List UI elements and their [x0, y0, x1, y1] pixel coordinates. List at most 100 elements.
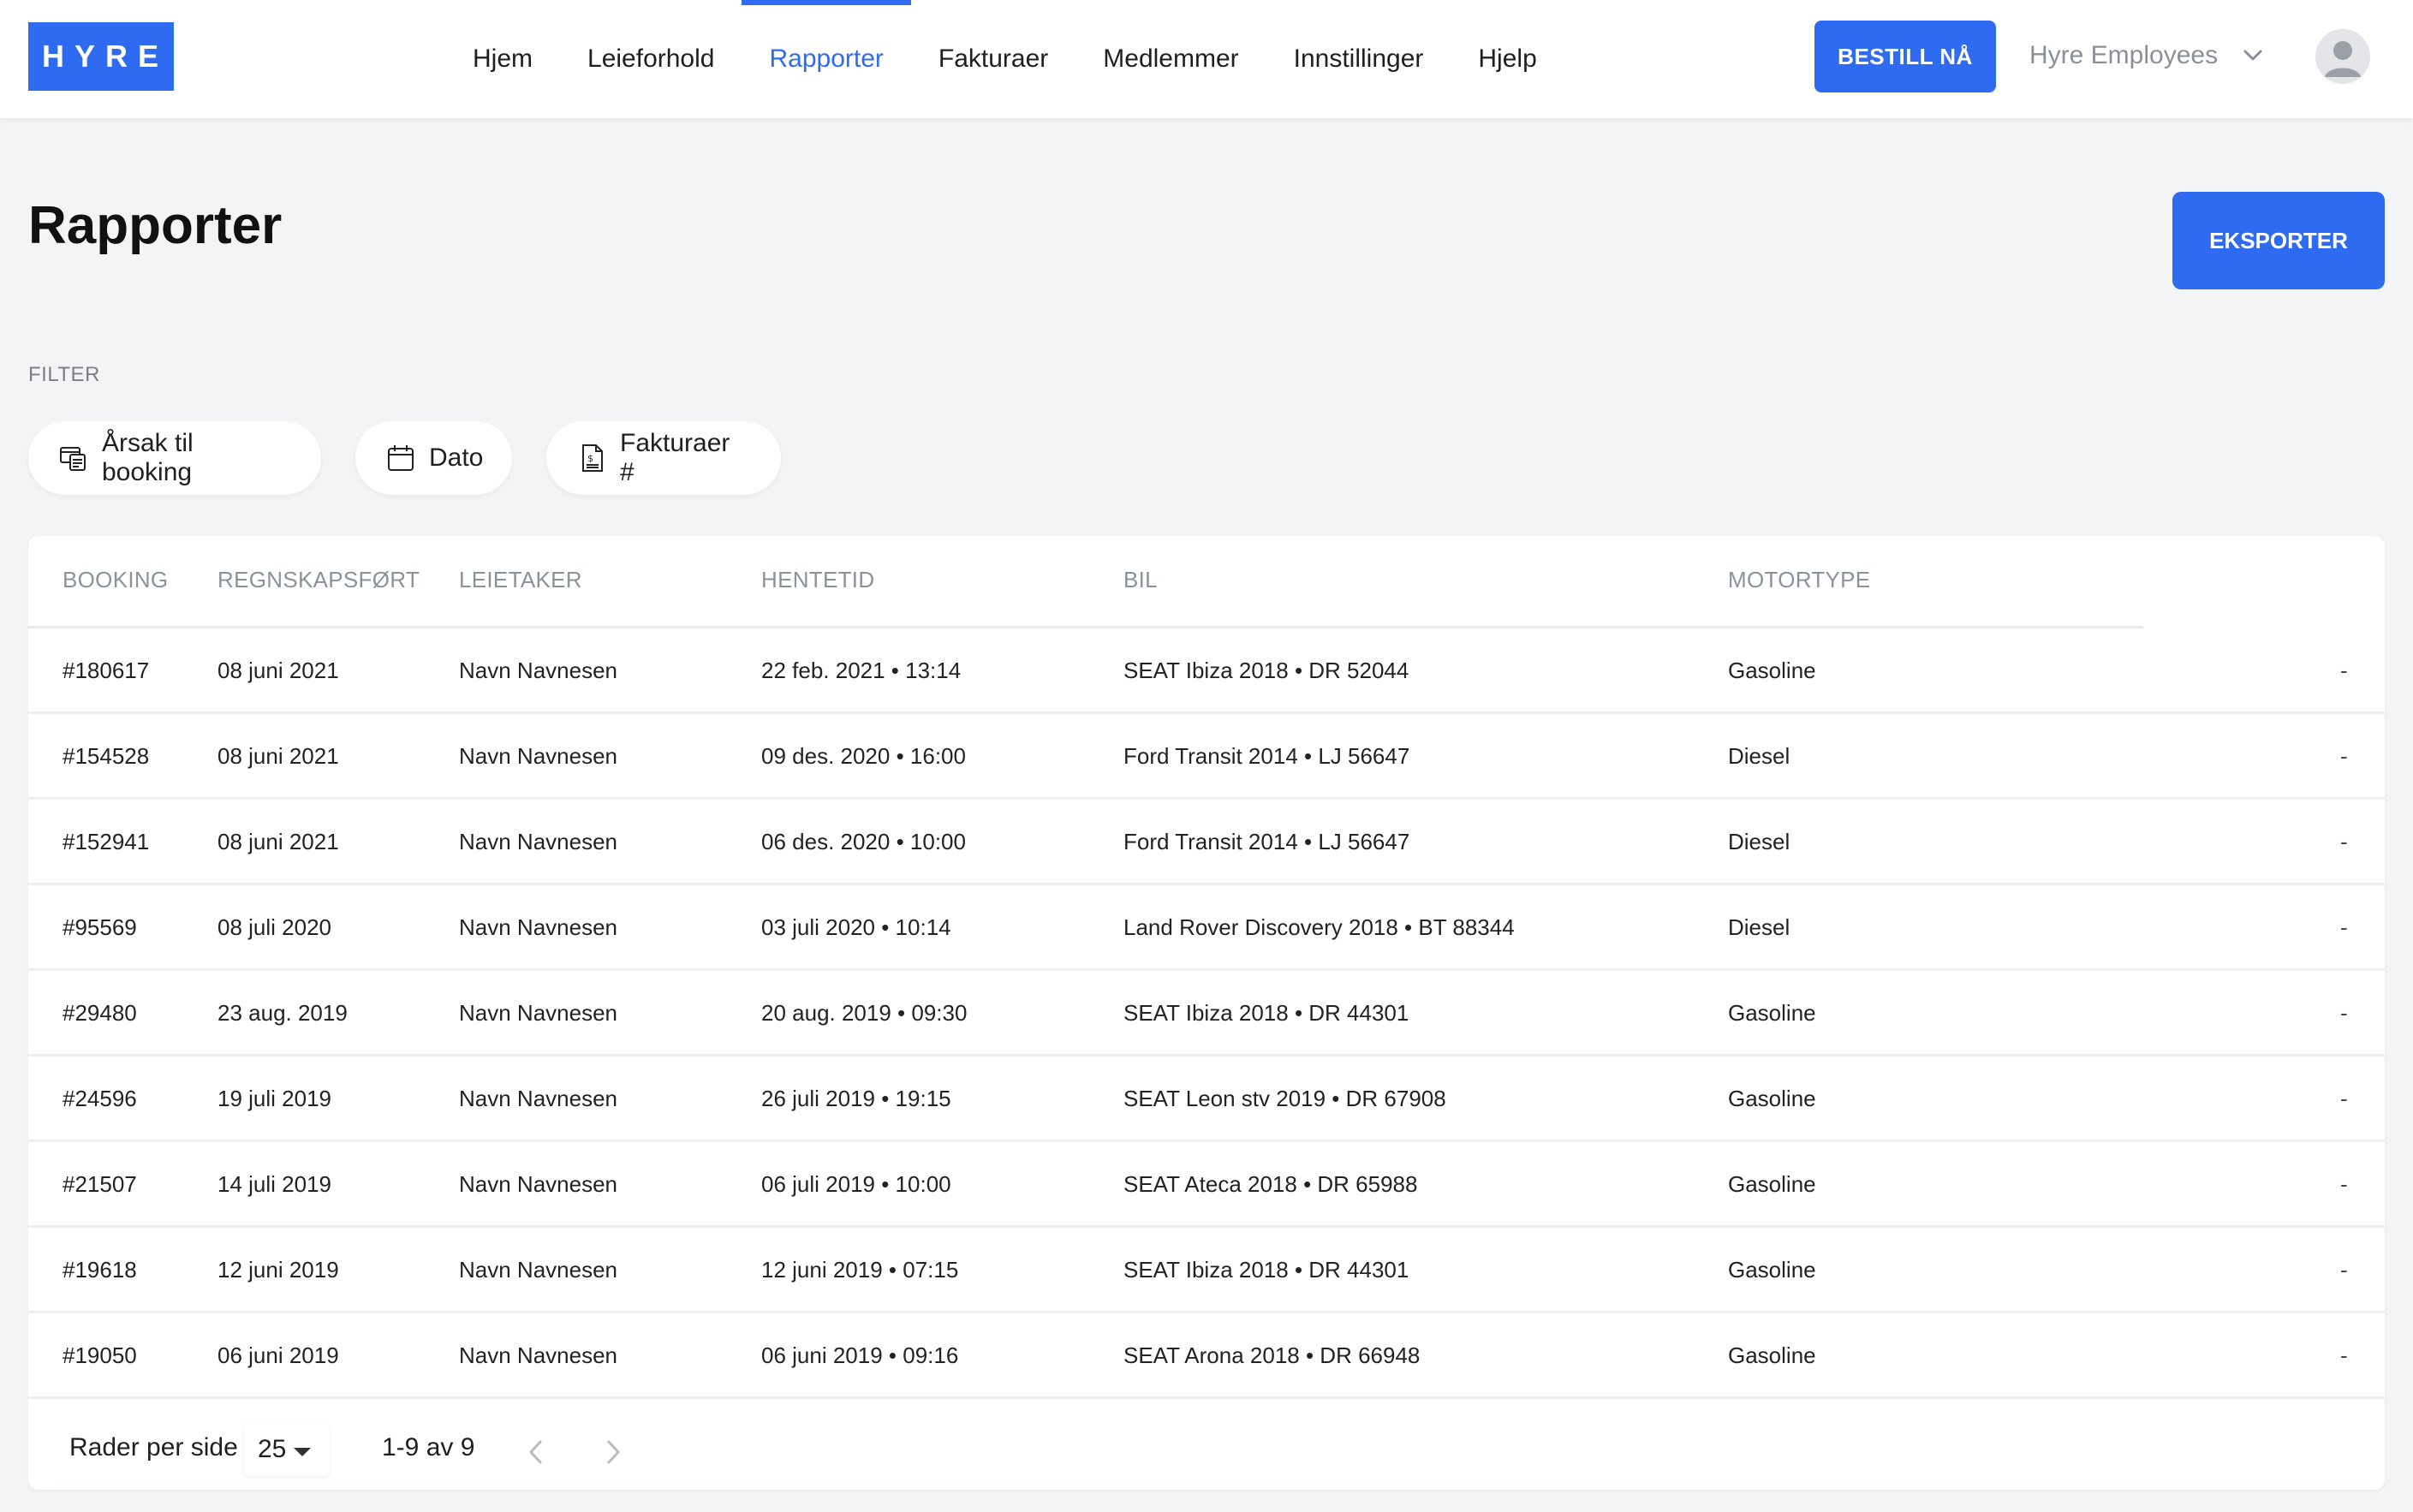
filter-chip-label: Årsak til booking	[102, 429, 194, 486]
table-row[interactable]: #19618 12 juni 2019 Navn Navnesen 12 juni 2…	[28, 1228, 2385, 1313]
cell-renter: Navn Navnesen	[459, 1342, 617, 1368]
chevron-down-icon	[2243, 50, 2262, 62]
order-now-button[interactable]: BESTILL NÅ	[1814, 21, 1996, 92]
cell-engine: Gasoline	[1728, 1086, 1816, 1111]
nav-item-hjem[interactable]: Hjem	[445, 0, 560, 118]
table-row[interactable]: #24596 19 juli 2019 Navn Navnesen 26 juli 2…	[28, 1057, 2385, 1142]
column-header-car[interactable]: BIL	[1123, 567, 1158, 593]
filter-chip-label: Fakturaer #	[620, 429, 730, 486]
cell-engine: Diesel	[1728, 829, 1790, 854]
column-header-renter[interactable]: LEIETAKER	[459, 567, 582, 593]
column-header-accounted[interactable]: REGNSKAPSFØRT	[217, 567, 420, 593]
cell-booking: #152941	[63, 829, 150, 854]
cell-pickup: 03 juli 2020 • 10:14	[761, 914, 951, 940]
organization-select[interactable]: Hyre Employees	[2029, 26, 2262, 86]
filter-label: FILTER	[28, 363, 100, 386]
table-row[interactable]: #29480 23 aug. 2019 Navn Navnesen 20 aug. 2…	[28, 971, 2385, 1057]
cell-accounted: 06 juni 2019	[217, 1342, 339, 1368]
cell-pickup: 06 des. 2020 • 10:00	[761, 829, 966, 854]
cell-car: SEAT Ateca 2018 • DR 65988	[1123, 1171, 1418, 1197]
cell-engine: Gasoline	[1728, 1171, 1816, 1197]
cell-renter: Navn Navnesen	[459, 914, 617, 940]
invoice-icon: $	[577, 443, 606, 473]
cell-extra: -	[2340, 658, 2348, 683]
cell-renter: Navn Navnesen	[459, 658, 617, 683]
nav-item-medlemmer[interactable]: Medlemmer	[1075, 0, 1266, 118]
column-header-booking[interactable]: BOOKING	[63, 567, 168, 593]
cell-car: Land Rover Discovery 2018 • BT 88344	[1123, 914, 1515, 940]
pagination: Rader per side 25 1-9 av 9	[28, 1399, 2385, 1485]
filter-chip-invoice[interactable]: $ Fakturaer #	[546, 421, 781, 495]
column-header-pickup[interactable]: HENTETID	[761, 567, 874, 593]
cell-renter: Navn Navnesen	[459, 829, 617, 854]
cell-pickup: 26 juli 2019 • 19:15	[761, 1086, 951, 1111]
nav-item-hjelp[interactable]: Hjelp	[1451, 0, 1564, 118]
user-avatar-icon[interactable]	[2315, 29, 2370, 84]
rows-per-page-select[interactable]: 25	[244, 1423, 330, 1476]
cell-booking: #180617	[63, 658, 150, 683]
filter-chip-date[interactable]: Dato	[355, 421, 512, 495]
nav-item-fakturaer[interactable]: Fakturaer	[911, 0, 1075, 118]
cell-accounted: 14 juli 2019	[217, 1171, 331, 1197]
cell-pickup: 09 des. 2020 • 16:00	[761, 743, 966, 769]
chevron-left-icon[interactable]	[519, 1435, 553, 1469]
cell-booking: #95569	[63, 914, 137, 940]
cell-engine: Diesel	[1728, 743, 1790, 769]
cell-booking: #24596	[63, 1086, 137, 1111]
rows-per-page-label: Rader per side	[69, 1433, 238, 1461]
rows-per-page-value: 25	[258, 1435, 287, 1463]
table-row[interactable]: #21507 14 juli 2019 Navn Navnesen 06 juli 2…	[28, 1142, 2385, 1228]
cell-engine: Gasoline	[1728, 1342, 1816, 1368]
main-nav: Hjem Leieforhold Rapporter Fakturaer Med…	[445, 0, 1564, 118]
filter-chip-booking-reason[interactable]: Årsak til booking	[28, 421, 321, 495]
table-row[interactable]: #152941 08 juni 2021 Navn Navnesen 06 des. …	[28, 800, 2385, 885]
cell-booking: #154528	[63, 743, 150, 769]
caret-down-icon	[293, 1435, 312, 1464]
table-row[interactable]: #154528 08 juni 2021 Navn Navnesen 09 des. …	[28, 714, 2385, 800]
cell-accounted: 23 aug. 2019	[217, 1000, 348, 1026]
reports-table: BOOKING REGNSKAPSFØRT LEIETAKER HENTETID…	[28, 536, 2385, 1490]
top-header: HYRE Hjem Leieforhold Rapporter Fakturae…	[0, 0, 2413, 118]
cell-accounted: 08 juni 2021	[217, 743, 339, 769]
cell-car: Ford Transit 2014 • LJ 56647	[1123, 829, 1410, 854]
cell-pickup: 22 feb. 2021 • 13:14	[761, 658, 962, 683]
hyre-logo[interactable]: HYRE	[28, 22, 174, 91]
cell-accounted: 08 juni 2021	[217, 829, 339, 854]
cell-booking: #19050	[63, 1342, 137, 1368]
cell-extra: -	[2340, 1342, 2348, 1368]
cell-pickup: 20 aug. 2019 • 09:30	[761, 1000, 968, 1026]
cell-car: SEAT Arona 2018 • DR 66948	[1123, 1342, 1421, 1368]
cell-car: SEAT Leon stv 2019 • DR 67908	[1123, 1086, 1446, 1111]
cell-accounted: 12 juni 2019	[217, 1257, 339, 1283]
cell-extra: -	[2340, 1000, 2348, 1026]
cell-car: SEAT Ibiza 2018 • DR 52044	[1123, 658, 1409, 683]
cell-booking: #21507	[63, 1171, 137, 1197]
table-row[interactable]: #180617 08 juni 2021 Navn Navnesen 22 feb. …	[28, 628, 2385, 714]
nav-item-rapporter[interactable]: Rapporter	[742, 0, 912, 118]
chevron-right-icon[interactable]	[596, 1435, 630, 1469]
cell-renter: Navn Navnesen	[459, 1257, 617, 1283]
table-header: BOOKING REGNSKAPSFØRT LEIETAKER HENTETID…	[28, 536, 2143, 628]
cell-renter: Navn Navnesen	[459, 743, 617, 769]
pagination-range: 1-9 av 9	[382, 1433, 475, 1461]
cell-booking: #29480	[63, 1000, 137, 1026]
calendar-icon	[386, 443, 415, 473]
export-button[interactable]: EKSPORTER	[2172, 192, 2385, 289]
page-title: Rapporter	[28, 196, 283, 255]
cell-pickup: 06 juli 2019 • 10:00	[761, 1171, 951, 1197]
cell-booking: #19618	[63, 1257, 137, 1283]
cell-extra: -	[2340, 1171, 2348, 1197]
table-row[interactable]: #95569 08 juli 2020 Navn Navnesen 03 juli 2…	[28, 885, 2385, 971]
column-header-engine[interactable]: MOTORTYPE	[1728, 567, 1870, 593]
cell-car: Ford Transit 2014 • LJ 56647	[1123, 743, 1410, 769]
cell-engine: Gasoline	[1728, 658, 1816, 683]
cell-accounted: 19 juli 2019	[217, 1086, 331, 1111]
nav-item-innstillinger[interactable]: Innstillinger	[1266, 0, 1451, 118]
nav-item-leieforhold[interactable]: Leieforhold	[560, 0, 742, 118]
cell-extra: -	[2340, 1086, 2348, 1111]
table-row[interactable]: #19050 06 juni 2019 Navn Navnesen 06 juni 2…	[28, 1313, 2385, 1399]
svg-text:$: $	[587, 453, 593, 464]
cell-car: SEAT Ibiza 2018 • DR 44301	[1123, 1000, 1409, 1026]
cell-renter: Navn Navnesen	[459, 1171, 617, 1197]
cell-extra: -	[2340, 1257, 2348, 1283]
